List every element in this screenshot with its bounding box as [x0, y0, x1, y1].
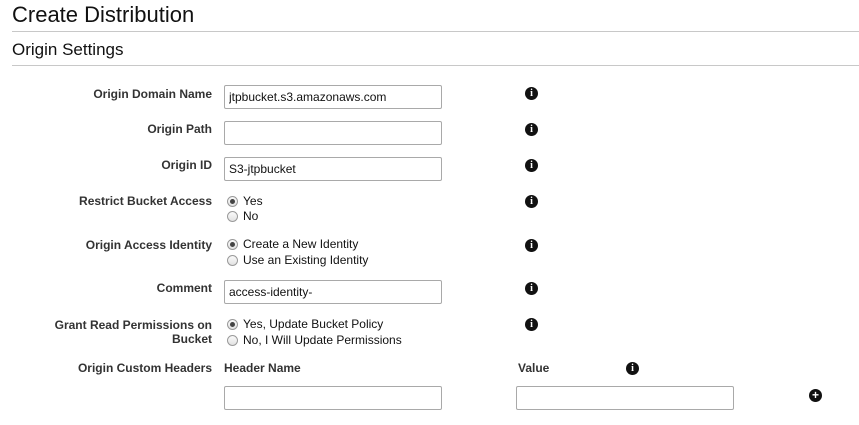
radio-checked-icon[interactable]	[227, 195, 238, 207]
comment-input[interactable]	[224, 280, 442, 304]
origin-id-label: Origin ID	[161, 158, 212, 172]
title-divider	[12, 31, 859, 32]
radio-label: No, I Will Update Permissions	[243, 333, 402, 347]
info-icon[interactable]: i	[525, 123, 538, 136]
section-title: Origin Settings	[12, 40, 124, 59]
radio-label: Yes, Update Bucket Policy	[243, 317, 384, 331]
page-title: Create Distribution	[12, 2, 195, 27]
info-icon[interactable]: i	[525, 239, 538, 252]
header-name-column-label: Header Name	[224, 361, 301, 375]
origin-domain-name-input[interactable]	[224, 85, 442, 109]
origin-custom-headers-label: Origin Custom Headers	[77, 361, 212, 375]
info-icon[interactable]: i	[525, 282, 538, 295]
origin-path-label: Origin Path	[147, 122, 212, 136]
grant-read-permissions-label: Grant Read Permissions on Bucket	[55, 318, 212, 346]
restrict-bucket-access-yes-option[interactable]: Yes	[227, 194, 263, 208]
radio-checked-icon[interactable]	[227, 318, 238, 330]
radio-label: Create a New Identity	[243, 237, 359, 251]
origin-id-input[interactable]	[224, 157, 442, 181]
value-column-label: Value	[518, 361, 550, 375]
section-divider	[12, 65, 859, 66]
info-icon[interactable]: i	[525, 195, 538, 208]
update-bucket-policy-option[interactable]: Yes, Update Bucket Policy	[227, 317, 383, 331]
radio-unchecked-icon[interactable]	[227, 254, 238, 266]
info-icon[interactable]: i	[525, 159, 538, 172]
origin-domain-name-label: Origin Domain Name	[93, 87, 212, 101]
radio-unchecked-icon[interactable]	[227, 334, 238, 346]
radio-label: Use an Existing Identity	[243, 253, 369, 267]
origin-path-input[interactable]	[224, 121, 442, 145]
radio-label: Yes	[243, 194, 263, 208]
grant-read-permissions-label-line1: Grant Read Permissions on	[54, 318, 212, 332]
use-existing-identity-option[interactable]: Use an Existing Identity	[227, 253, 368, 267]
origin-access-identity-label: Origin Access Identity	[85, 238, 212, 252]
info-icon[interactable]: i	[525, 318, 538, 331]
plus-circle-icon[interactable]: +	[809, 389, 822, 402]
radio-unchecked-icon[interactable]	[227, 210, 238, 222]
header-value-input[interactable]	[516, 386, 734, 410]
create-new-identity-option[interactable]: Create a New Identity	[227, 237, 358, 251]
info-icon[interactable]: i	[626, 362, 639, 375]
comment-label: Comment	[156, 281, 212, 295]
info-icon[interactable]: i	[525, 87, 538, 100]
grant-read-permissions-label-line2: Bucket	[171, 332, 212, 346]
restrict-bucket-access-label: Restrict Bucket Access	[79, 194, 212, 208]
update-permissions-manually-option[interactable]: No, I Will Update Permissions	[227, 333, 402, 347]
radio-label: No	[243, 209, 259, 223]
radio-checked-icon[interactable]	[227, 238, 238, 250]
header-name-input[interactable]	[224, 386, 442, 410]
restrict-bucket-access-no-option[interactable]: No	[227, 209, 258, 223]
